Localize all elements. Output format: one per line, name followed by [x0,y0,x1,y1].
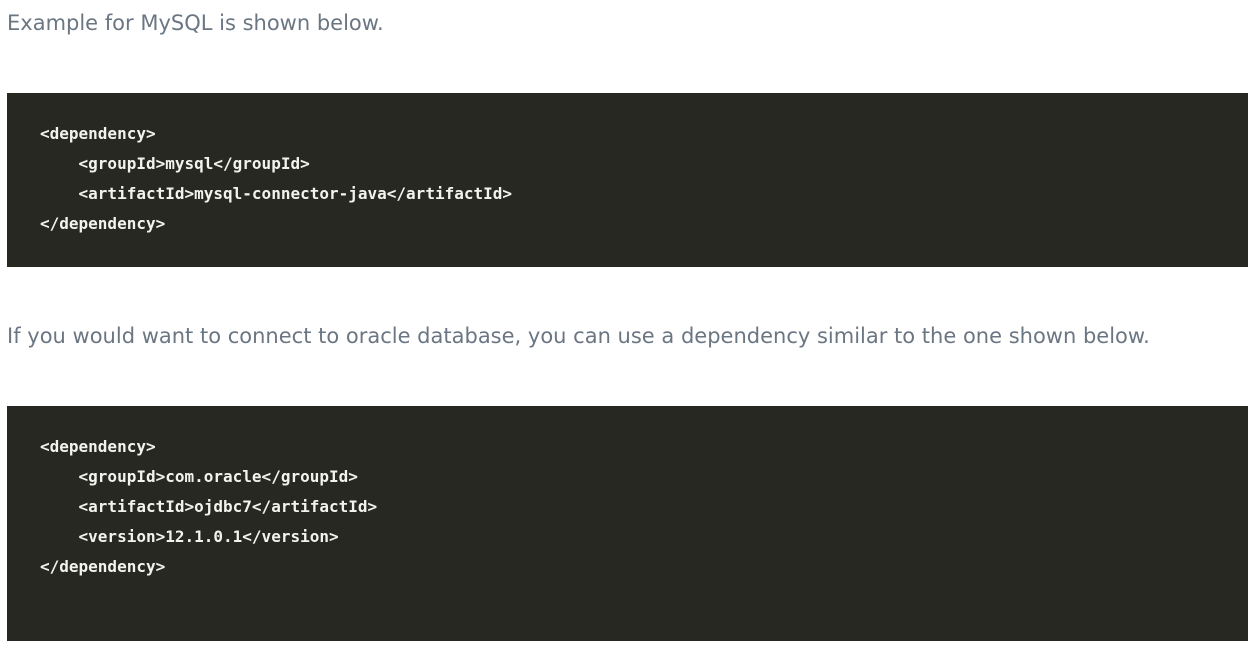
code-line: <groupId>com.oracle</groupId> [40,467,358,486]
code-line: <dependency> [40,124,156,143]
code-line: <artifactId>ojdbc7</artifactId> [40,497,378,516]
oracle-dependency-code-block: <dependency> <groupId>com.oracle</groupI… [7,406,1248,641]
mysql-dependency-code-block: <dependency> <groupId>mysql</groupId> <a… [7,93,1248,267]
code-line: <artifactId>mysql-connector-java</artifa… [40,184,513,203]
code-line: <dependency> [40,437,156,456]
oracle-intro-text: If you would want to connect to oracle d… [7,324,1150,348]
code-line: <groupId>mysql</groupId> [40,154,310,173]
mysql-intro-text: Example for MySQL is shown below. [7,11,384,35]
code-line: </dependency> [40,214,166,233]
code-line: </dependency> [40,557,166,576]
code-line: <version>12.1.0.1</version> [40,527,339,546]
